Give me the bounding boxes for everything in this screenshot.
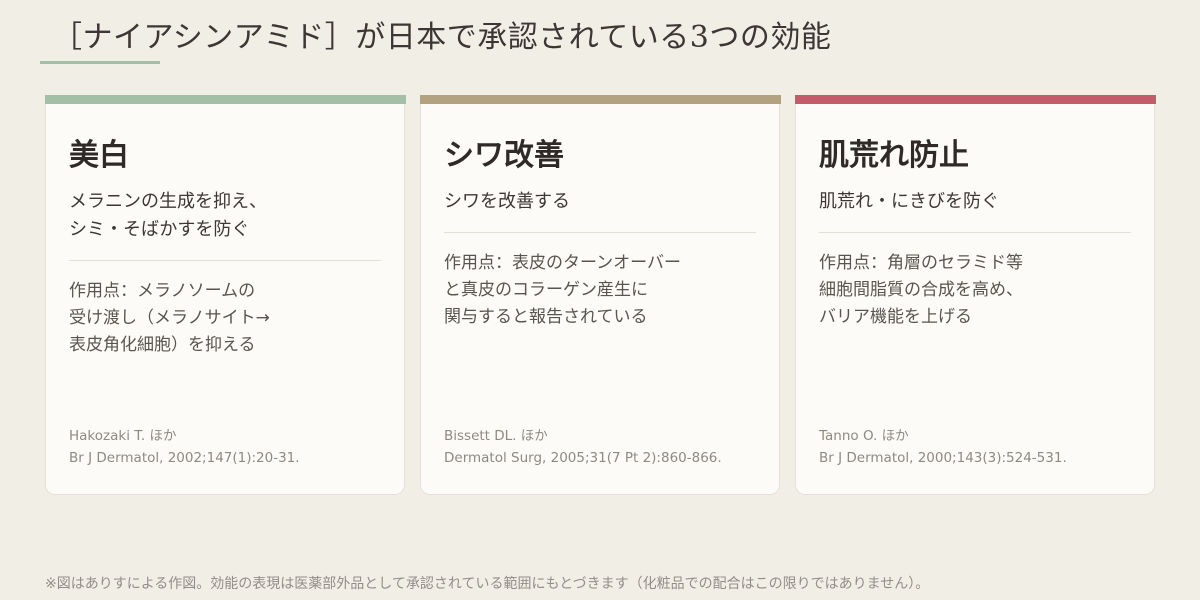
card-description: 作用点：角層のセラミド等 細胞間脂質の合成を高め、 バリア機能を上げる — [819, 253, 1023, 327]
card-heading: 美白 — [69, 138, 129, 173]
card-subtitle: メラニンの生成を抑え、 シミ・そばかすを防ぐ — [69, 191, 267, 240]
title-underline — [40, 61, 160, 64]
cards-container: 美白 メラニンの生成を抑え、 シミ・そばかすを防ぐ 作用点：メラノソームの 受け… — [44, 95, 1156, 495]
card-divider — [69, 260, 381, 261]
card-description: 作用点：表皮のターンオーバー と真皮のコラーゲン産生に 関与すると報告されている — [444, 253, 681, 327]
card-reference: Hakozaki T. ほか Br J Dermatol, 2002;147(1… — [69, 425, 300, 469]
card-heading: シワ改善 — [444, 138, 564, 173]
footnote: ※図はありすによる作図。効能の表現は医薬部外品として承認されている範囲にもとづき… — [45, 576, 930, 592]
reference-author: Hakozaki T. ほか — [69, 428, 177, 444]
card-heading: 肌荒れ防止 — [819, 138, 969, 173]
card-divider — [444, 232, 756, 233]
reference-author: Tanno O. ほか — [819, 428, 909, 444]
card-divider — [819, 232, 1131, 233]
card-rough-skin-prevention: 肌荒れ防止 肌荒れ・にきびを防ぐ 作用点：角層のセラミド等 細胞間脂質の合成を高… — [794, 95, 1156, 495]
card-description: 作用点：メラノソームの 受け渡し（メラノサイト→ 表皮角化細胞）を抑える — [69, 281, 270, 355]
reference-source: Dermatol Surg, 2005;31(7 Pt 2):860-866. — [444, 450, 722, 466]
page-title: ［ナイアシンアミド］が日本で承認されている3つの効能 — [52, 20, 832, 55]
reference-source: Br J Dermatol, 2000;143(3):524-531. — [819, 450, 1067, 466]
card-accent-bar — [794, 95, 1156, 104]
card-whitening: 美白 メラニンの生成を抑え、 シミ・そばかすを防ぐ 作用点：メラノソームの 受け… — [44, 95, 406, 495]
card-reference: Tanno O. ほか Br J Dermatol, 2000;143(3):5… — [819, 425, 1067, 469]
reference-source: Br J Dermatol, 2002;147(1):20-31. — [69, 450, 300, 466]
card-reference: Bissett DL. ほか Dermatol Surg, 2005;31(7 … — [444, 425, 722, 469]
card-accent-bar — [419, 95, 781, 104]
card-subtitle: 肌荒れ・にきびを防ぐ — [819, 191, 999, 212]
reference-author: Bissett DL. ほか — [444, 428, 548, 444]
card-wrinkle-improvement: シワ改善 シワを改善する 作用点：表皮のターンオーバー と真皮のコラーゲン産生に… — [419, 95, 781, 495]
card-accent-bar — [44, 95, 406, 104]
card-subtitle: シワを改善する — [444, 191, 570, 212]
